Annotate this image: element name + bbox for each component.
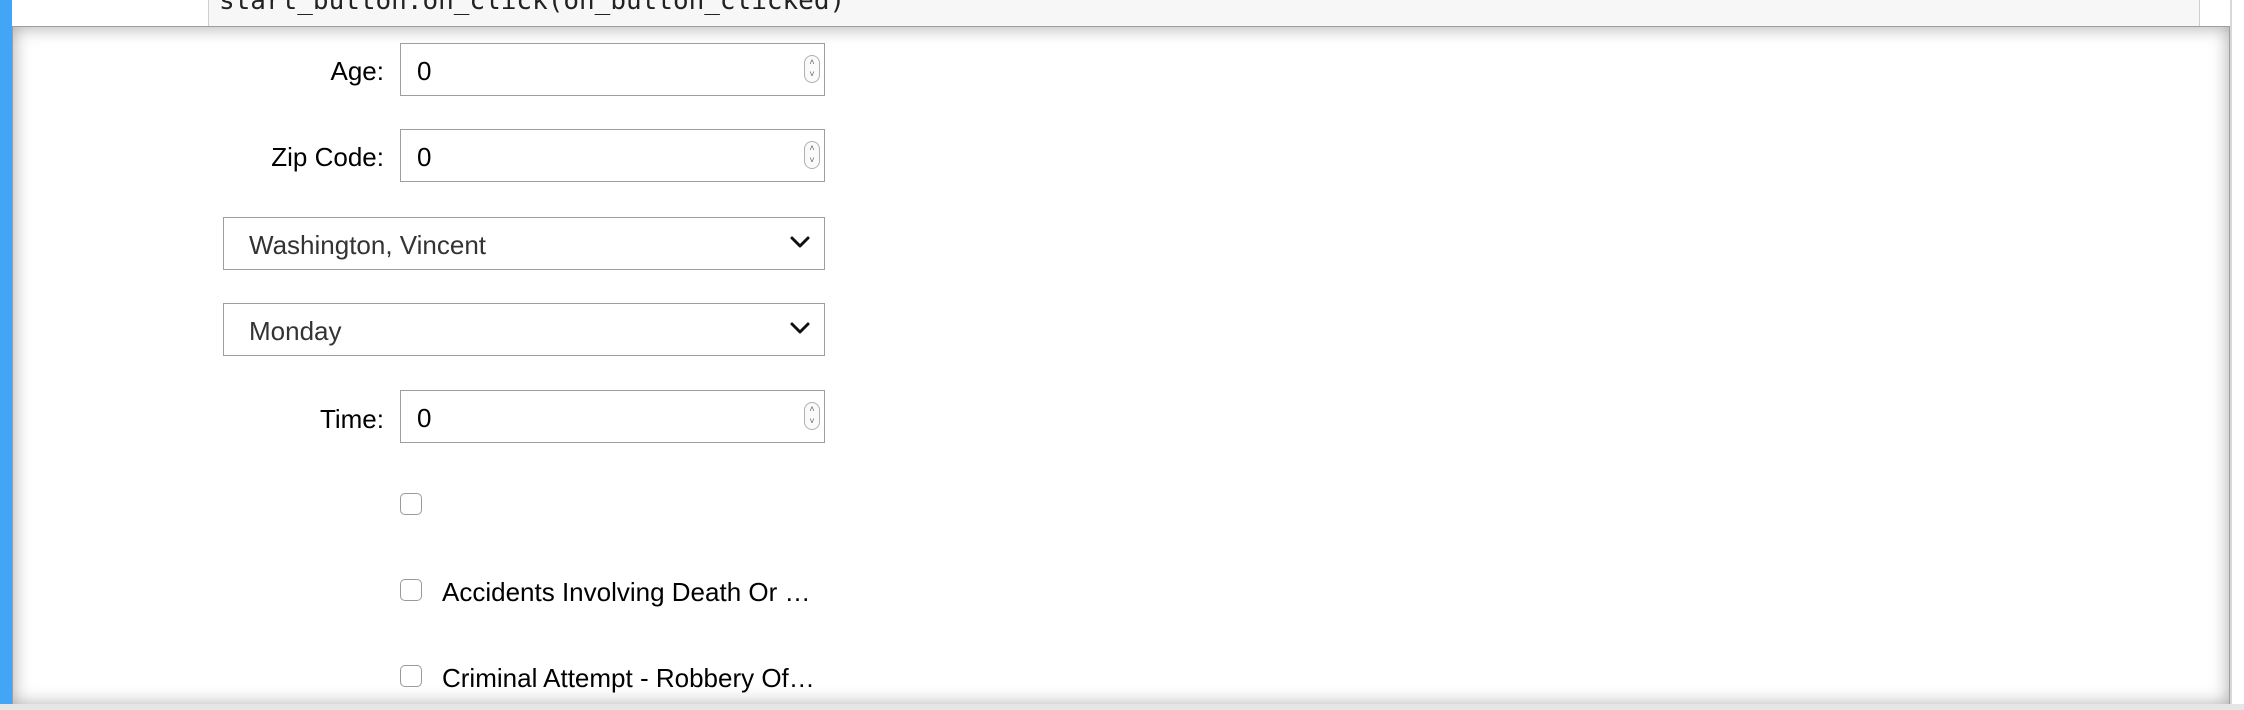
cell-selection-indicator [0,0,12,710]
zip-code-spinner-icon[interactable]: ˄ ˅ [804,141,820,169]
checkbox[interactable] [400,665,422,687]
time-spinner-icon[interactable]: ˄ ˅ [804,402,820,430]
zip-code-input[interactable]: 0 ˄ ˅ [400,129,825,182]
bottom-scroll-edge [0,704,2244,710]
chevron-down-icon [790,322,810,334]
checkbox-label: Accidents Involving Death Or … [442,577,811,607]
time-label: Time: [319,404,384,434]
checkbox[interactable] [400,493,422,515]
time-value: 0 [417,403,432,433]
zip-code-label: Zip Code: [271,142,384,172]
checkbox[interactable] [400,579,422,601]
checkbox-label: Criminal Attempt - Robbery Of… [442,663,815,693]
time-input[interactable]: 0 ˄ ˅ [400,390,825,443]
day-select-value: Monday [249,316,342,346]
chevron-down-icon [790,236,810,248]
age-spinner-icon[interactable]: ˄ ˅ [804,55,820,83]
notebook-page: start_button.on_click(on_button_clicked)… [0,0,2244,710]
officer-select[interactable]: Washington, Vincent [223,217,825,270]
day-select[interactable]: Monday [223,303,825,356]
code-line: start_button.on_click(on_button_clicked) [219,0,846,16]
age-input[interactable]: 0 ˄ ˅ [400,43,825,96]
officer-select-value: Washington, Vincent [249,230,487,260]
zip-code-value: 0 [417,142,432,172]
widget-output-area [12,26,2230,706]
code-cell[interactable]: start_button.on_click(on_button_clicked) [208,0,2200,27]
age-value: 0 [417,56,432,86]
right-border [2230,0,2232,710]
age-label: Age: [330,56,385,86]
